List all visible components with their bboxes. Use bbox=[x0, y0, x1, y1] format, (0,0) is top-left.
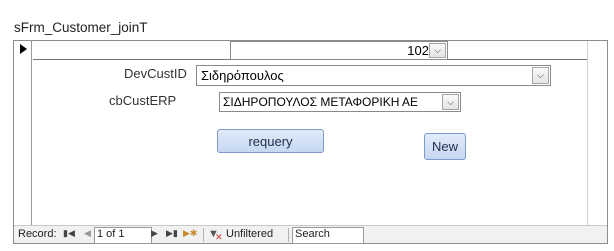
chevron-down-icon[interactable]: ⌵ bbox=[532, 67, 549, 84]
no-filter-x-icon: ✕ bbox=[215, 232, 223, 242]
chevron-down-icon[interactable]: ⌵ bbox=[442, 94, 459, 110]
first-record-icon[interactable]: ▮◀ bbox=[63, 228, 75, 239]
devcustid-value: Σιδηρόπουλος bbox=[201, 68, 284, 83]
cbcusterp-value: ΣΙΔΗΡΟΠΟΥΛΟΣ ΜΕΤΑΦΟΡΙΚΗ ΑΕ bbox=[223, 95, 419, 109]
cbcusterp-label: cbCustERP bbox=[109, 93, 177, 108]
record-selector-arrow-icon bbox=[20, 44, 27, 54]
filter-status-label[interactable]: Unfiltered bbox=[226, 228, 273, 240]
record-id-combo[interactable]: 102 ⌵ bbox=[230, 41, 448, 60]
nav-separator bbox=[288, 228, 289, 242]
record-position-input[interactable]: 1 of 1 bbox=[94, 227, 152, 244]
record-navigation-bar: Record: ▮◀ ◀ 1 of 1 ▶ ▶▮ ▶✱ ▼ ✕ Unfilter… bbox=[14, 225, 607, 244]
new-button[interactable]: New bbox=[424, 133, 466, 160]
record-id-value: 102 bbox=[407, 43, 429, 58]
devcustid-label: DevCustID bbox=[124, 66, 187, 81]
search-input[interactable]: Search bbox=[292, 227, 364, 244]
next-record-icon[interactable]: ▶ bbox=[151, 228, 158, 239]
cbcusterp-combo[interactable]: ΣΙΔΗΡΟΠΟΥΛΟΣ ΜΕΤΑΦΟΡΙΚΗ ΑΕ ⌵ bbox=[219, 92, 461, 112]
record-selector[interactable] bbox=[14, 41, 32, 225]
record-label: Record: bbox=[18, 228, 57, 240]
requery-button[interactable]: requery bbox=[217, 129, 324, 153]
new-record-icon[interactable]: ▶✱ bbox=[183, 228, 197, 239]
chevron-down-icon[interactable]: ⌵ bbox=[429, 43, 446, 58]
vertical-scroll-area[interactable] bbox=[587, 41, 607, 225]
previous-record-icon[interactable]: ◀ bbox=[84, 228, 91, 239]
nav-separator bbox=[203, 228, 204, 242]
devcustid-combo[interactable]: Σιδηρόπουλος ⌵ bbox=[196, 65, 551, 86]
last-record-icon[interactable]: ▶▮ bbox=[166, 228, 178, 239]
subform-title: sFrm_Customer_joinT bbox=[14, 20, 148, 35]
